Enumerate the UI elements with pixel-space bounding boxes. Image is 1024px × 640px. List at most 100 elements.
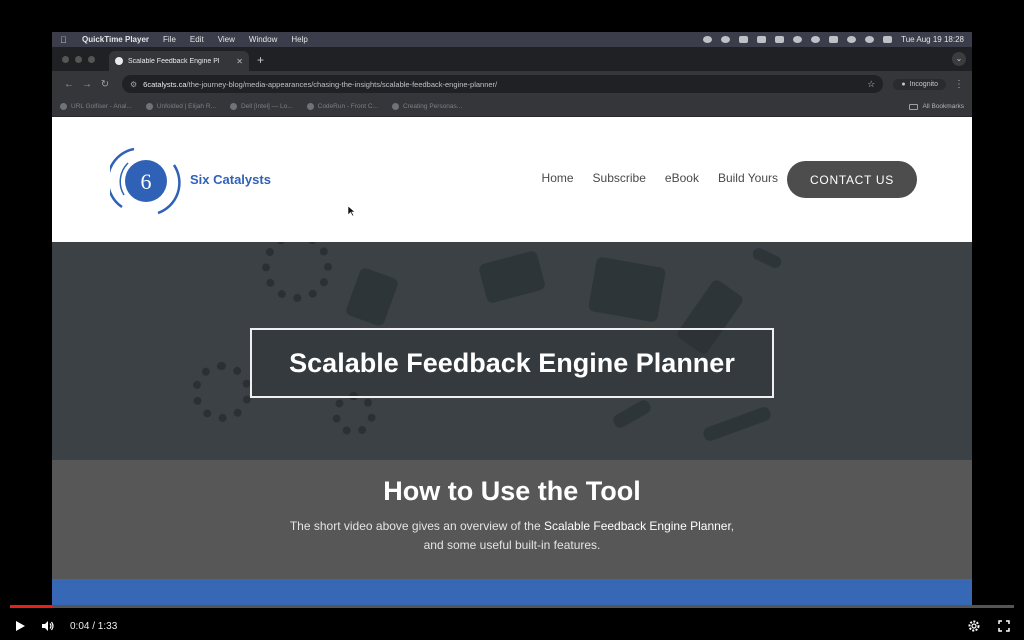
video-frame[interactable]:  QuickTime Player File Edit View Window…	[52, 32, 972, 607]
engine-part-decoration	[344, 266, 400, 328]
site-favicon-icon	[115, 57, 123, 65]
nav-build-yours: Build Yours	[717, 171, 778, 185]
engine-part-decoration	[611, 397, 653, 431]
bookmark-favicon-icon	[391, 103, 399, 110]
window-controls	[62, 47, 95, 71]
engine-part-decoration	[750, 246, 784, 270]
menubar-status-area: Tue Aug 19 18:28	[703, 35, 964, 44]
folder-icon	[909, 103, 919, 110]
browser-tab-active: Scalable Feedback Engine Pl ✕	[109, 51, 249, 71]
address-bar: ⚙ 6catalysts.ca/the-journey-blog/media-a…	[122, 75, 884, 93]
mouse-cursor-icon	[348, 206, 356, 216]
macos-menubar:  QuickTime Player File Edit View Window…	[52, 32, 972, 47]
engine-part-decoration	[587, 256, 667, 323]
player-controls: 0:04 / 1:33	[0, 612, 1024, 640]
site-header: 6 Six Catalysts Home Subscribe eBook Bui…	[52, 117, 972, 242]
how-to-description: The short video above gives an overview …	[289, 519, 735, 552]
tab-title: Scalable Feedback Engine Pl	[128, 57, 220, 65]
bookmark-item: Creating Personas...	[391, 103, 462, 110]
nav-subscribe: Subscribe	[592, 171, 646, 185]
reload-icon: ↻	[100, 78, 110, 90]
more-menu-icon: ⋮	[954, 78, 964, 90]
status-icon	[739, 36, 749, 43]
menu-file: File	[163, 35, 176, 44]
volume-button[interactable]	[40, 618, 56, 634]
bookmark-favicon-icon	[229, 103, 237, 110]
bookmark-item: Unfolded | Elijah R...	[145, 103, 216, 110]
url-path: /the-journey-blog/media-appearances/chas…	[186, 79, 498, 89]
how-to-heading: How to Use the Tool	[383, 476, 641, 506]
site-nav: Home Subscribe eBook Build Yours	[542, 171, 778, 185]
time-display: 0:04 / 1:33	[70, 620, 118, 632]
status-icon	[703, 36, 713, 43]
nav-home: Home	[541, 171, 574, 185]
volume-icon	[42, 621, 54, 631]
page-bottom-bar	[52, 579, 972, 607]
menubar-app-name: QuickTime Player	[82, 35, 149, 44]
close-window-icon	[62, 55, 69, 63]
wifi-icon	[847, 36, 857, 43]
bookmark-favicon-icon	[306, 103, 314, 110]
fullscreen-icon	[998, 620, 1010, 632]
engine-part-decoration	[477, 249, 547, 305]
bookmark-item: Dell [Intel] — Lo...	[229, 103, 293, 110]
incognito-label: Incognito	[909, 80, 938, 88]
forward-icon: →	[82, 78, 92, 90]
progress-bar[interactable]	[10, 605, 1014, 608]
gear-decoration-icon	[262, 242, 332, 302]
bookmark-item: URL Golfiser - Anal...	[60, 103, 132, 110]
play-icon	[16, 621, 25, 631]
gear-decoration-icon	[192, 362, 252, 422]
menu-view: View	[217, 35, 235, 44]
browser-toolbar: ← → ↻ ⚙ 6catalysts.ca/the-journey-blog/m…	[52, 71, 972, 97]
engine-part-decoration	[701, 405, 773, 443]
bookmark-star-icon: ☆	[867, 78, 876, 89]
menubar-clock: Tue Aug 19 18:28	[901, 35, 964, 44]
bookmarks-bar: URL Golfiser - Anal... Unfolded | Elijah…	[52, 97, 972, 117]
browser-tab-strip: Scalable Feedback Engine Pl ✕ + ⌄	[52, 47, 972, 71]
bookmark-favicon-icon	[145, 103, 153, 110]
web-page: 6 Six Catalysts Home Subscribe eBook Bui…	[52, 117, 972, 607]
hero-banner: Scalable Feedback Engine Planner	[52, 242, 972, 460]
settings-button[interactable]	[966, 618, 982, 634]
how-to-section: How to Use the Tool The short video abov…	[52, 460, 972, 579]
zoom-window-icon	[88, 55, 95, 63]
address-url: 6catalysts.ca/the-journey-blog/media-app…	[143, 80, 867, 89]
gear-decoration-icon	[332, 392, 376, 436]
url-domain: 6catalysts.ca	[143, 79, 187, 89]
status-icon	[757, 36, 767, 43]
menu-edit: Edit	[189, 35, 204, 44]
search-icon	[865, 36, 875, 43]
gear-icon	[968, 620, 980, 632]
fullscreen-button[interactable]	[996, 618, 1012, 634]
new-tab-icon: +	[257, 53, 265, 67]
status-icon	[721, 36, 731, 43]
progress-played	[10, 605, 54, 608]
status-icon	[775, 36, 785, 43]
contact-us-button: CONTACT US	[787, 161, 917, 198]
apple-icon: 	[60, 35, 72, 45]
control-center-icon	[883, 36, 893, 43]
incognito-badge: ● Incognito	[893, 78, 946, 90]
all-bookmarks: All Bookmarks	[909, 103, 964, 110]
video-player[interactable]:  QuickTime Player File Edit View Window…	[0, 0, 1024, 640]
bookmark-item: CodeRun - Front C...	[306, 103, 378, 110]
close-tab-icon: ✕	[236, 56, 243, 66]
minimize-window-icon	[75, 55, 82, 63]
logo-digit: 6	[141, 169, 152, 194]
site-info-icon: ⚙	[130, 79, 138, 89]
tab-search-icon: ⌄	[952, 52, 966, 66]
planner-name-highlight: Scalable Feedback Engine Planner	[544, 519, 731, 533]
nav-ebook: eBook	[664, 171, 699, 185]
brand-name: Six Catalysts	[190, 172, 271, 187]
bluetooth-icon	[793, 36, 803, 43]
hero-title: Scalable Feedback Engine Planner	[250, 328, 774, 398]
play-button[interactable]	[12, 618, 28, 634]
bookmark-favicon-icon	[60, 103, 67, 110]
battery-icon	[829, 36, 839, 43]
menu-window: Window	[248, 35, 278, 44]
status-icon	[811, 36, 821, 43]
incognito-icon: ●	[901, 80, 906, 88]
six-catalysts-logo-icon: 6	[110, 147, 181, 215]
back-icon: ←	[64, 78, 74, 90]
